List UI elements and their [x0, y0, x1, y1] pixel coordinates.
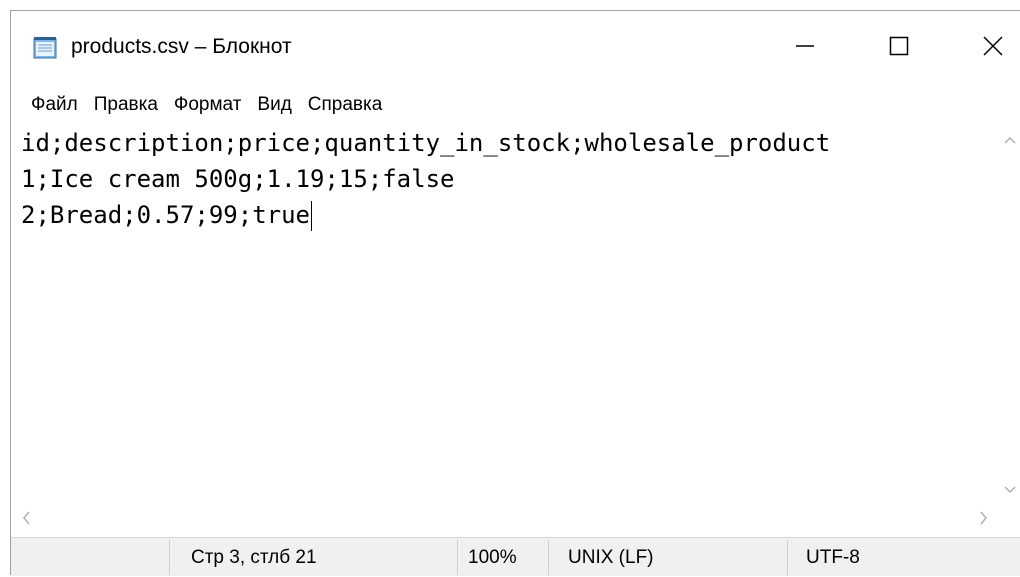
window-title: products.csv – Блокнот [71, 35, 292, 58]
title-bar[interactable]: products.csv – Блокнот [11, 11, 1020, 85]
notepad-window: products.csv – Блокнот Файл Правка Форма… [10, 10, 1020, 576]
status-zoom: 100% [468, 547, 517, 568]
scrollbar-corner [1001, 507, 1020, 531]
status-cursor-position: Стр 3, стлб 21 [191, 547, 317, 568]
menu-edit[interactable]: Правка [86, 88, 166, 122]
close-icon [983, 36, 1003, 56]
editor-line-text: 1;Ice cream 500g;1.19;15;false [21, 165, 455, 193]
notepad-icon [33, 36, 59, 60]
status-divider [548, 540, 549, 575]
scroll-up-icon[interactable] [1004, 135, 1016, 145]
minimize-button[interactable] [757, 11, 853, 81]
status-line-ending: UNIX (LF) [568, 547, 654, 568]
menu-file[interactable]: Файл [23, 88, 86, 122]
menu-view[interactable]: Вид [249, 88, 299, 122]
text-caret [310, 201, 312, 231]
editor-line: 1;Ice cream 500g;1.19;15;false [21, 161, 454, 197]
editor-line-text: id;description;price;quantity_in_stock;w… [21, 129, 831, 157]
editor-line: id;description;price;quantity_in_stock;w… [21, 125, 830, 161]
status-divider [457, 540, 458, 575]
status-encoding: UTF-8 [806, 547, 860, 568]
editor-line: 2;Bread;0.57;99;true [21, 197, 312, 233]
menu-bar: Файл Правка Формат Вид Справка [11, 85, 1020, 125]
maximize-button[interactable] [851, 11, 947, 81]
close-button[interactable] [945, 11, 1020, 81]
scroll-down-icon[interactable] [1004, 485, 1016, 495]
horizontal-scrollbar[interactable] [11, 507, 1001, 531]
status-divider [787, 540, 788, 575]
status-bar: Стр 3, стлб 21 100% UNIX (LF) UTF-8 [11, 537, 1020, 576]
scroll-right-icon[interactable] [979, 511, 989, 525]
menu-format[interactable]: Формат [166, 88, 250, 122]
vertical-scrollbar[interactable] [1001, 125, 1020, 507]
menu-help[interactable]: Справка [300, 88, 391, 122]
scroll-left-icon[interactable] [21, 511, 31, 525]
editor-line-text: 2;Bread;0.57;99;true [21, 201, 310, 229]
status-divider [169, 540, 170, 575]
maximize-icon [889, 36, 909, 56]
text-editor[interactable]: id;description;price;quantity_in_stock;w… [11, 125, 1001, 507]
minimize-icon [796, 45, 814, 47]
